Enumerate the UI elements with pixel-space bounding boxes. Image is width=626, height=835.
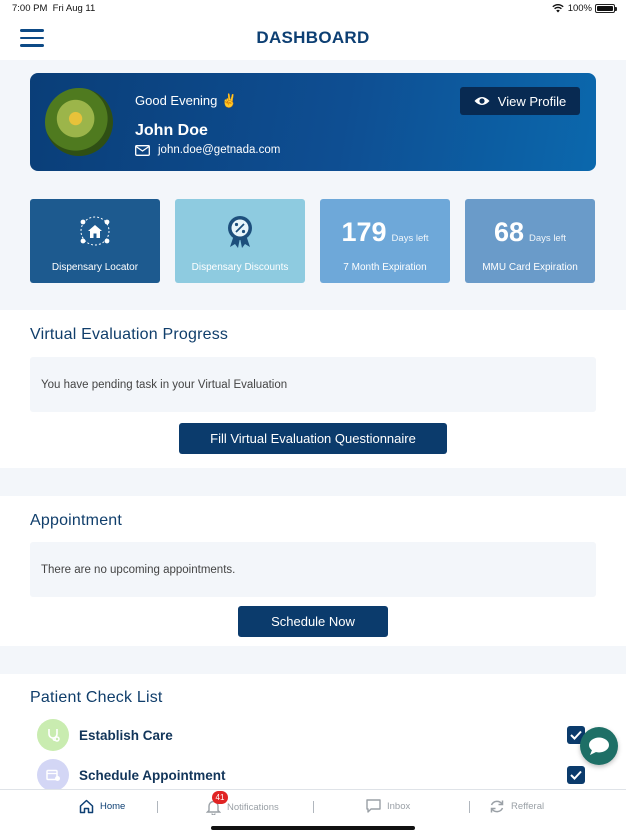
dispensary-locator-icon — [80, 216, 110, 246]
message-text: There are no upcoming appointments. — [41, 563, 236, 576]
refresh-icon — [490, 800, 504, 813]
app-header: DASHBOARD — [0, 18, 626, 60]
tab-label: Inbox — [387, 800, 411, 812]
view-profile-label: View Profile — [497, 93, 567, 109]
home-indicator — [211, 826, 415, 830]
tile-count-row: 179 Days left — [320, 217, 450, 248]
status-bar: 7:00 PM Fri Aug 11 100% — [0, 0, 626, 18]
section-title: Virtual Evaluation Progress — [30, 326, 229, 343]
profile-card: Good Evening ✌️ John Doe john.doe@getnad… — [30, 73, 596, 171]
tab-refferal[interactable]: Refferal — [489, 799, 544, 814]
chat-bubble-icon — [589, 737, 609, 755]
days-left-unit: Days left — [529, 233, 566, 244]
virtual-evaluation-section: Virtual Evaluation Progress You have pen… — [0, 310, 626, 468]
calendar-icon — [37, 759, 69, 791]
view-profile-button[interactable]: View Profile — [460, 87, 580, 115]
discount-badge-icon — [228, 216, 252, 248]
tab-label: Notifications — [227, 801, 279, 813]
tile-7-month-expiration[interactable]: 179 Days left 7 Month Expiration — [320, 199, 450, 283]
tile-count-row: 68 Days left — [465, 217, 595, 248]
wifi-icon — [552, 3, 564, 13]
tile-dispensary-discounts[interactable]: Dispensary Discounts — [175, 199, 305, 283]
quick-tiles: Dispensary Locator Dispensary Discounts … — [30, 199, 596, 283]
tab-divider — [313, 801, 314, 813]
section-title: Patient Check List — [30, 689, 163, 706]
greeting-text: Good Evening ✌️ — [135, 93, 238, 108]
tab-home[interactable]: Home — [79, 799, 125, 814]
patient-checklist-section: Patient Check List Establish Care Schedu… — [0, 674, 626, 791]
user-email: john.doe@getnada.com — [158, 144, 281, 156]
stethoscope-icon — [37, 719, 69, 751]
checklist-item-establish-care[interactable]: Establish Care — [37, 719, 597, 751]
tile-dispensary-locator[interactable]: Dispensary Locator — [30, 199, 160, 283]
status-time: 7:00 PM Fri Aug 11 — [12, 3, 96, 14]
checkbox-checked[interactable] — [567, 766, 585, 784]
eye-icon — [474, 97, 490, 105]
virtual-evaluation-message: You have pending task in your Virtual Ev… — [30, 357, 596, 412]
tab-label: Home — [100, 801, 126, 812]
tile-mmu-card-expiration[interactable]: 68 Days left MMU Card Expiration — [465, 199, 595, 283]
message-text: You have pending task in your Virtual Ev… — [41, 378, 288, 391]
checklist-item-schedule-appointment[interactable]: Schedule Appointment — [37, 759, 597, 791]
chat-icon — [366, 799, 381, 813]
tab-divider — [469, 801, 470, 813]
days-left-count: 68 — [493, 217, 525, 247]
user-name: John Doe — [135, 122, 208, 139]
tab-inbox[interactable]: Inbox — [366, 799, 410, 813]
fill-questionnaire-button[interactable]: Fill Virtual Evaluation Questionnaire — [179, 423, 447, 454]
mail-icon — [135, 144, 150, 156]
section-title: Appointment — [30, 512, 123, 529]
chat-fab-button[interactable] — [580, 727, 618, 765]
tab-divider — [157, 801, 158, 813]
notification-count-badge: 41 — [212, 791, 228, 804]
checklist-label: Establish Care — [79, 727, 173, 743]
tile-label: Dispensary Discounts — [191, 262, 289, 273]
battery-percent: 100% — [567, 3, 592, 14]
days-left-count: 179 — [341, 217, 387, 247]
tile-label: Dispensary Locator — [51, 262, 139, 273]
appointment-section: Appointment There are no upcoming appoin… — [0, 496, 626, 646]
tile-label: 7 Month Expiration — [343, 262, 427, 273]
appointment-message: There are no upcoming appointments. — [30, 542, 596, 597]
email-row: john.doe@getnada.com — [135, 144, 280, 156]
home-icon — [79, 799, 94, 814]
tile-label: MMU Card Expiration — [482, 262, 578, 273]
tab-label: Refferal — [511, 801, 545, 812]
days-left-unit: Days left — [391, 233, 429, 244]
schedule-now-button[interactable]: Schedule Now — [238, 606, 388, 637]
checklist-label: Schedule Appointment — [79, 767, 226, 783]
battery-icon — [595, 4, 617, 13]
avatar — [45, 88, 113, 156]
page-title: DASHBOARD — [256, 28, 370, 47]
